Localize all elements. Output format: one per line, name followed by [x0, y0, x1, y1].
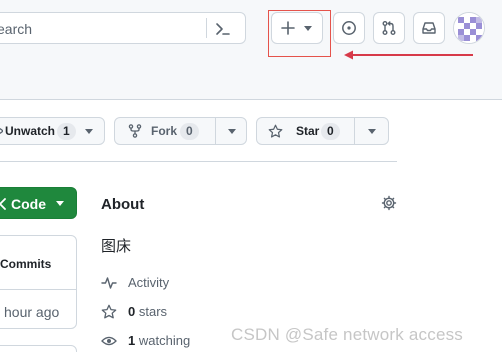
chevron-down-icon[interactable] — [368, 129, 376, 134]
chevron-down-icon[interactable] — [228, 129, 236, 134]
watch-count: 1 — [57, 123, 76, 140]
annotation-highlight-box — [268, 10, 331, 57]
commits-box: Commits hour ago — [0, 235, 77, 329]
stars-text: 0 stars — [128, 304, 167, 319]
watching-count: 1 — [128, 333, 136, 348]
search-divider — [206, 18, 207, 38]
watching-text: 1 watching — [128, 333, 190, 348]
activity-label: Activity — [128, 275, 170, 290]
activity-link[interactable]: Activity — [101, 274, 221, 292]
pull-requests-icon — [382, 21, 396, 35]
eye-icon — [0, 128, 3, 134]
fork-icon — [128, 124, 142, 138]
watching-label: watching — [138, 333, 191, 348]
global-header: earch — [0, 0, 502, 100]
pulse-icon — [101, 277, 117, 289]
section-divider — [0, 161, 397, 162]
unwatch-button[interactable]: Unwatch 1 — [0, 117, 105, 145]
command-palette-icon[interactable] — [212, 19, 234, 39]
code-button[interactable]: Code — [0, 187, 77, 219]
avatar[interactable] — [453, 12, 485, 44]
gear-icon[interactable] — [381, 195, 397, 211]
inbox-icon — [422, 22, 436, 34]
unwatch-label: Unwatch — [5, 124, 56, 138]
repo-description: 图床 — [101, 238, 132, 255]
star-icon — [268, 124, 283, 138]
inbox-button[interactable] — [413, 12, 445, 44]
code-label: Code — [11, 196, 46, 212]
stars-label: stars — [138, 304, 168, 319]
star-button[interactable]: Star 0 — [256, 117, 389, 145]
annotation-arrow-icon — [344, 50, 473, 60]
file-list-box — [0, 345, 77, 352]
chevron-down-icon — [85, 129, 93, 134]
fork-count: 0 — [180, 123, 199, 140]
code-icon — [0, 198, 6, 210]
search-placeholder: earch — [0, 21, 33, 37]
issues-icon — [342, 21, 356, 35]
avatar-identicon — [454, 13, 484, 43]
stars-count: 0 — [128, 304, 136, 319]
eye-icon — [101, 336, 117, 346]
star-label: Star — [296, 124, 320, 138]
button-divider — [354, 118, 355, 144]
chevron-down-icon — [56, 201, 64, 206]
watching-link[interactable]: 1 watching — [101, 332, 221, 350]
commit-time: hour ago — [4, 304, 60, 320]
star-count: 0 — [321, 123, 340, 140]
watermark: CSDN @Safe network access — [231, 325, 464, 344]
fork-button[interactable]: Fork 0 — [114, 117, 247, 145]
button-divider — [215, 118, 216, 144]
issues-button[interactable] — [333, 12, 365, 44]
stars-link[interactable]: 0 stars — [101, 303, 221, 321]
commits-link[interactable]: Commits — [0, 257, 51, 271]
search-input[interactable]: earch — [0, 12, 246, 44]
commits-header[interactable]: Commits — [0, 236, 76, 290]
star-icon — [101, 304, 117, 319]
fork-label: Fork — [151, 124, 178, 138]
pull-requests-button[interactable] — [373, 12, 405, 44]
about-title: About — [101, 196, 145, 213]
